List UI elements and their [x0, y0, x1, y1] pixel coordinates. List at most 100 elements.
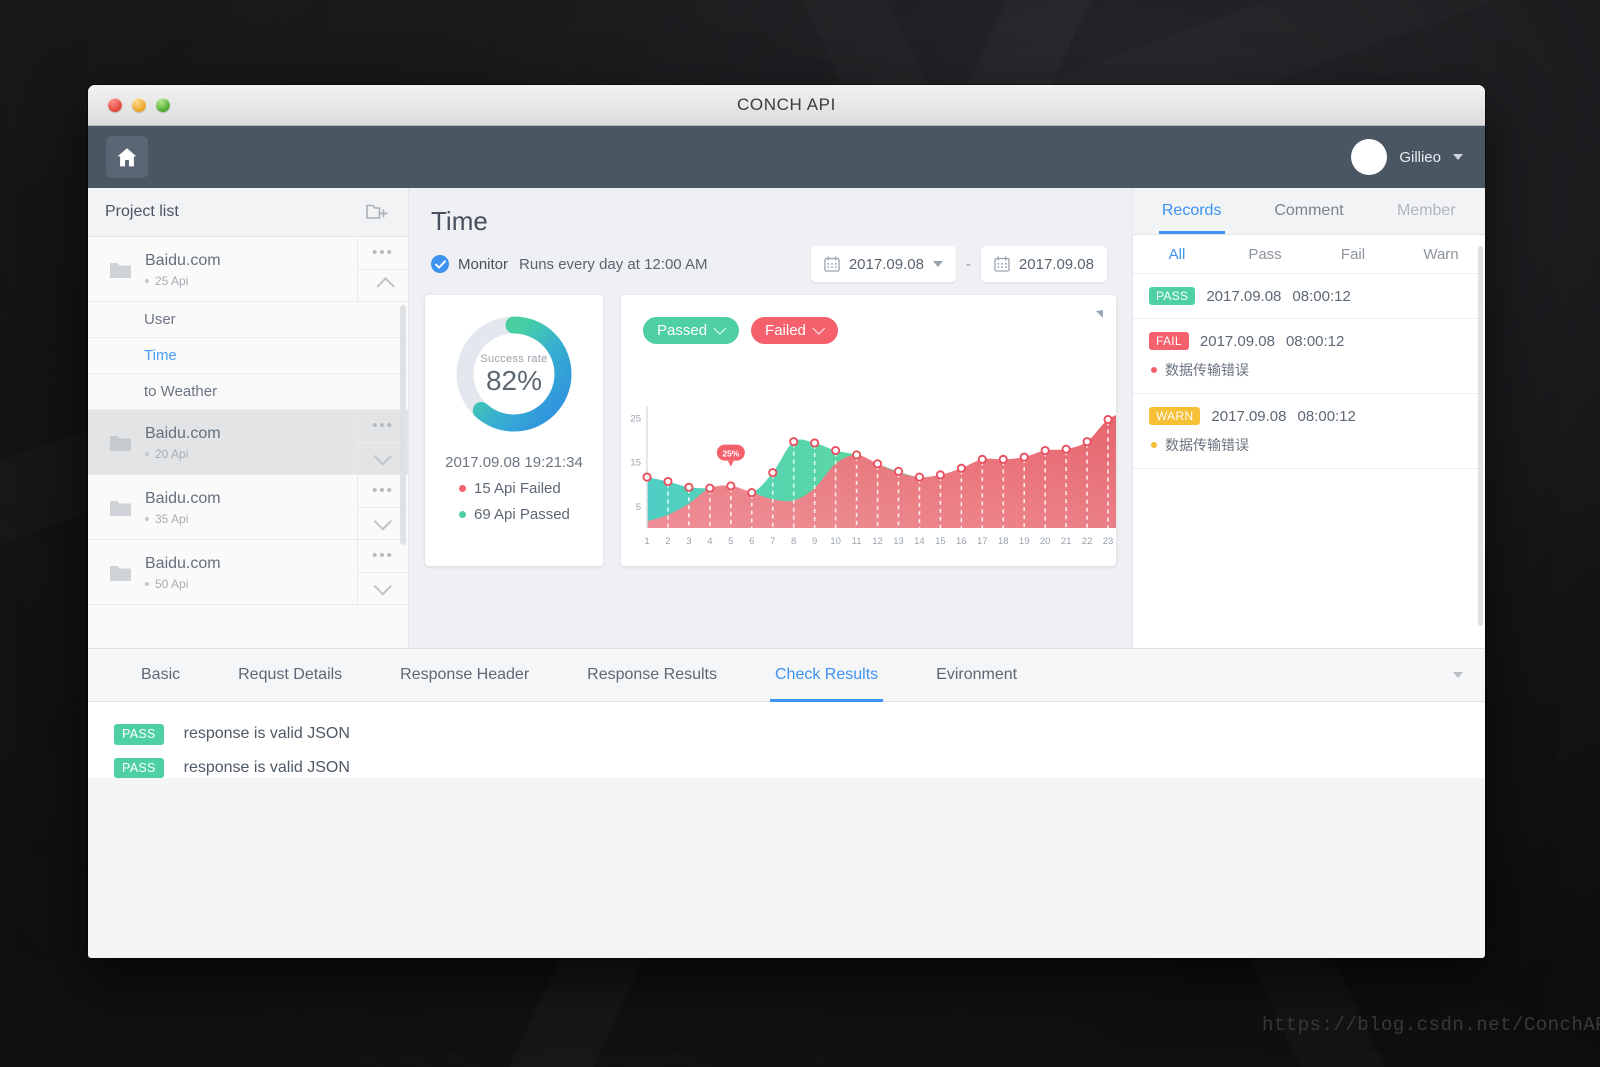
new-folder-icon[interactable]: [366, 203, 388, 222]
sidebar-title: Project list: [105, 203, 179, 220]
window-title: CONCH API: [737, 95, 836, 114]
svg-text:25%: 25%: [722, 449, 739, 459]
project-actions[interactable]: •••: [357, 237, 408, 301]
date-to-value: 2017.09.08: [1018, 255, 1094, 273]
svg-text:15: 15: [630, 458, 641, 469]
window-titlebar: CONCH API: [88, 85, 1485, 126]
chevron-down-icon[interactable]: [932, 261, 943, 267]
chart-menu-button[interactable]: [1092, 307, 1104, 325]
project-item[interactable]: Baidu.com 50 Api •••: [88, 540, 408, 605]
check-icon: [434, 259, 446, 269]
project-item[interactable]: Baidu.com 35 Api •••: [88, 475, 408, 540]
svg-text:12: 12: [872, 536, 883, 547]
date-from-picker[interactable]: 2017.09.08: [810, 246, 956, 282]
monitor-enabled-badge[interactable]: [431, 255, 449, 273]
folder-icon: [110, 565, 131, 581]
details-tabs-more-button[interactable]: [1453, 649, 1463, 701]
details-panel: Basic Requst Details Response Header Res…: [88, 648, 1485, 778]
records-tabs[interactable]: Records Comment Member: [1133, 188, 1485, 235]
chevron-down-icon[interactable]: [1453, 154, 1463, 160]
project-collapse-button[interactable]: [358, 268, 408, 302]
svg-text:23: 23: [1103, 536, 1114, 547]
filter-passed-label: Passed: [657, 322, 708, 339]
tab-response-header[interactable]: Response Header: [371, 649, 558, 701]
records-filters[interactable]: All Pass Fail Warn: [1133, 235, 1485, 274]
chevron-down-icon: [373, 511, 392, 531]
svg-text:4: 4: [707, 536, 712, 547]
record-time: 08:00:12: [1285, 332, 1345, 350]
check-results-list: PASS response is valid JSON PASS respons…: [88, 702, 1485, 778]
donut-value: 82%: [485, 364, 543, 396]
project-more-button[interactable]: •••: [358, 237, 408, 269]
tab-response-results[interactable]: Response Results: [558, 649, 746, 701]
tab-basic[interactable]: Basic: [112, 649, 209, 701]
chart-series-filters[interactable]: Passed Failed: [643, 317, 838, 344]
svg-text:20: 20: [1040, 536, 1051, 547]
records-scrollbar[interactable]: [1478, 246, 1483, 626]
record-row[interactable]: WARN 2017.09.08 08:00:12 数据传输错误: [1133, 394, 1485, 469]
sidebar-item-to-weather[interactable]: to Weather: [88, 374, 408, 410]
svg-text:16: 16: [956, 536, 967, 547]
filter-passed-button[interactable]: Passed: [643, 317, 740, 344]
project-item[interactable]: Baidu.com 20 Api •••: [88, 410, 408, 475]
more-icon: •••: [372, 547, 394, 565]
sidebar-item-time[interactable]: Time: [88, 338, 408, 374]
project-item[interactable]: Baidu.com 25 Api •••: [88, 237, 408, 302]
chevron-down-icon: [713, 322, 727, 335]
user-menu[interactable]: Gillieo: [1351, 139, 1463, 175]
project-name: Baidu.com: [145, 554, 221, 572]
filter-all[interactable]: All: [1133, 246, 1221, 263]
details-tabs[interactable]: Basic Requst Details Response Header Res…: [88, 648, 1485, 702]
record-row[interactable]: FAIL 2017.09.08 08:00:12 数据传输错误: [1133, 319, 1485, 394]
close-button[interactable]: [108, 98, 122, 112]
monitor-label: Monitor: [458, 255, 509, 273]
project-expand-button[interactable]: [358, 571, 408, 605]
date-range-picker[interactable]: 2017.09.08 - 2017.09.08: [810, 246, 1116, 282]
sidebar-header: Project list: [88, 188, 408, 237]
filter-warn[interactable]: Warn: [1397, 246, 1485, 263]
area-chart: 515251 2 3 4 5 6 7 8 9 10 11 12 13 14 15 16 17 18 19 20 21 22…: [630, 406, 1116, 547]
date-separator: -: [965, 255, 971, 273]
chevron-down-icon: [1453, 672, 1463, 678]
filter-failed-label: Failed: [765, 322, 806, 339]
filter-pass[interactable]: Pass: [1221, 246, 1309, 263]
project-more-button[interactable]: •••: [358, 540, 408, 572]
tab-evironment[interactable]: Evironment: [907, 649, 1046, 701]
project-name: Baidu.com: [145, 251, 221, 269]
tab-member[interactable]: Member: [1368, 188, 1485, 234]
filter-failed-button[interactable]: Failed: [751, 317, 838, 344]
check-result-text: response is valid JSON: [183, 758, 350, 776]
chevron-down-icon: [812, 322, 826, 335]
project-actions[interactable]: •••: [357, 540, 408, 604]
project-meta: 20 Api: [145, 447, 357, 461]
window-controls[interactable]: [108, 98, 170, 112]
home-button[interactable]: [106, 136, 148, 178]
maximize-button[interactable]: [156, 98, 170, 112]
tab-comment[interactable]: Comment: [1250, 188, 1367, 234]
svg-text:7: 7: [770, 536, 775, 547]
minimize-button[interactable]: [132, 98, 146, 112]
sidebar-scrollbar[interactable]: [400, 305, 406, 545]
sidebar-item-user[interactable]: User: [88, 302, 408, 338]
record-message-text: 数据传输错误: [1165, 362, 1249, 378]
record-date: 2017.09.08: [1199, 332, 1275, 350]
monitor-row: Monitor Runs every day at 12:00 AM 2017.…: [431, 246, 1116, 282]
svg-text:5: 5: [636, 502, 641, 513]
status-badge: PASS: [1149, 287, 1196, 305]
content-area: Time Monitor Runs every day at 12:00 AM: [409, 188, 1132, 648]
date-from-value: 2017.09.08: [848, 255, 924, 273]
monitor-description: Runs every day at 12:00 AM: [519, 255, 708, 273]
date-to-picker[interactable]: 2017.09.08: [980, 246, 1107, 282]
filter-fail[interactable]: Fail: [1309, 246, 1397, 263]
tab-records[interactable]: Records: [1133, 188, 1250, 234]
tab-check-results[interactable]: Check Results: [746, 649, 907, 702]
svg-text:6: 6: [749, 536, 754, 547]
calendar-icon: [994, 256, 1010, 272]
svg-text:15: 15: [935, 536, 946, 547]
record-date: 2017.09.08: [1206, 287, 1282, 305]
tab-requst-details[interactable]: Requst Details: [209, 649, 371, 701]
record-row[interactable]: PASS 2017.09.08 08:00:12: [1133, 274, 1485, 319]
project-list[interactable]: Baidu.com 25 Api ••• User Time to Weathe…: [88, 237, 408, 648]
home-icon: [117, 147, 137, 166]
svg-text:10: 10: [830, 536, 841, 547]
